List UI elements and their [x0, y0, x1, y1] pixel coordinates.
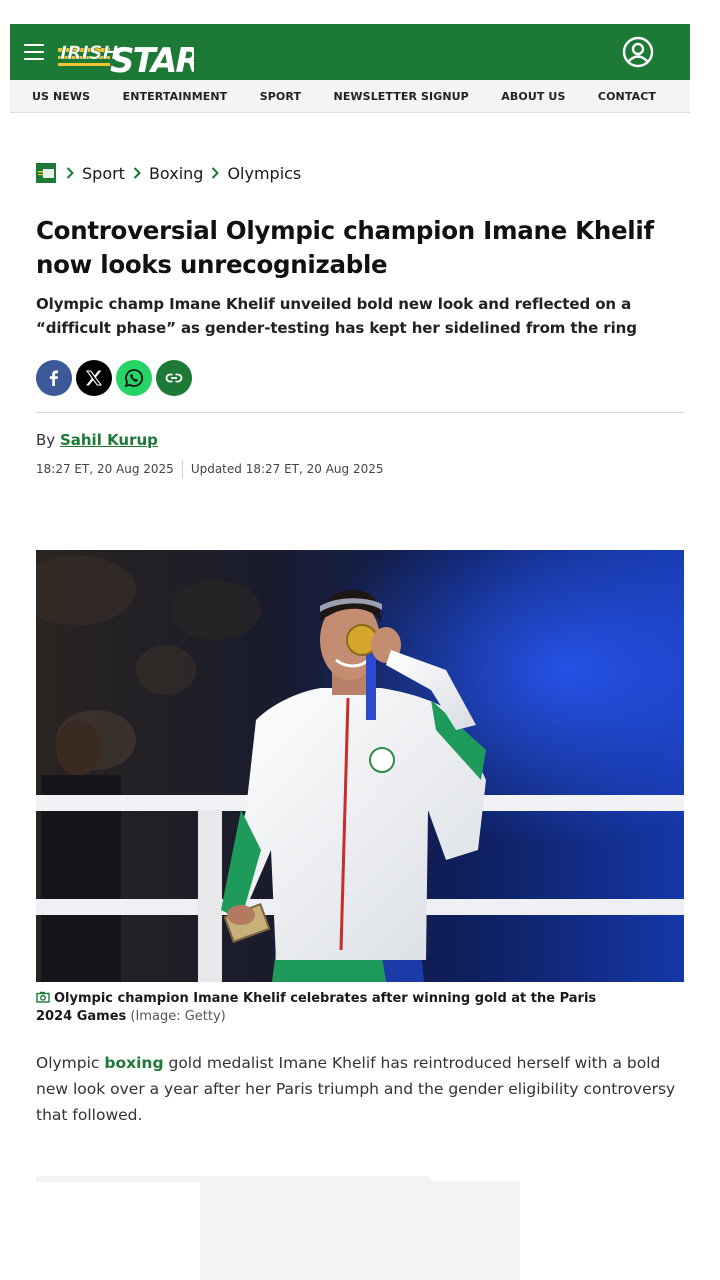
site-logo[interactable]: IRISH STAR [58, 30, 202, 81]
updated-date: Updated 18:27 ET, 20 Aug 2025 [190, 462, 384, 476]
site-header: IRISH STAR [10, 24, 690, 81]
nav-sport[interactable]: SPORT [260, 90, 301, 103]
logo-star-text: STAR [110, 41, 194, 74]
breadcrumb-olympics[interactable]: Olympics [227, 164, 301, 183]
image-credit: (Image: Getty) [130, 1009, 226, 1024]
nav-contact[interactable]: CONTACT [598, 90, 656, 103]
share-buttons [36, 360, 192, 396]
date-separator [181, 460, 183, 478]
breadcrumb: Sport Boxing Olympics [36, 160, 309, 186]
caption-text: Olympic champion Imane Khelif celebrates… [36, 991, 597, 1024]
image-caption: Olympic champion Imane Khelif celebrates… [36, 990, 636, 1026]
chevron-right-icon [212, 167, 220, 179]
published-date: 18:27 ET, 20 Aug 2025 [36, 462, 174, 476]
author-link[interactable]: Sahil Kurup [60, 431, 158, 449]
irish-star-logo: IRISH STAR [58, 41, 202, 81]
copy-link-icon [165, 373, 183, 383]
facebook-icon [49, 370, 58, 386]
home-logo-icon[interactable] [36, 163, 56, 183]
nav-newsletter-signup[interactable]: NEWSLETTER SIGNUP [334, 90, 469, 103]
chevron-right-icon [133, 167, 141, 179]
byline-prefix: By [36, 431, 56, 449]
hero-image[interactable] [36, 550, 684, 982]
whatsapp-share-button[interactable] [116, 360, 152, 396]
x-icon [85, 370, 103, 386]
article-subtitle: Olympic champ Imane Khelif unveiled bold… [36, 295, 637, 337]
nav-entertainment[interactable]: ENTERTAINMENT [123, 90, 228, 103]
ad-placeholder[interactable] [200, 1181, 520, 1280]
article-dates: 18:27 ET, 20 Aug 2025 Updated 18:27 ET, … [36, 460, 384, 478]
x-share-button[interactable] [76, 360, 112, 396]
boxer-with-medal-photo [36, 550, 684, 982]
breadcrumb-sport[interactable]: Sport [82, 164, 125, 183]
breadcrumb-boxing[interactable]: Boxing [149, 164, 203, 183]
hamburger-menu-icon[interactable] [24, 44, 44, 60]
nav-about-us[interactable]: ABOUT US [501, 90, 565, 103]
camera-icon [36, 991, 50, 1003]
top-navigation: US NEWS ENTERTAINMENT SPORT NEWSLETTER S… [10, 80, 690, 113]
divider [36, 412, 684, 413]
article-title: Controversial Olympic champion Imane Khe… [36, 216, 654, 279]
body-text-start: Olympic [36, 1054, 105, 1072]
chevron-right-icon [66, 167, 74, 179]
user-account-icon[interactable] [622, 36, 654, 68]
boxing-link[interactable]: boxing [104, 1054, 163, 1072]
nav-us-news[interactable]: US NEWS [32, 90, 90, 103]
facebook-share-button[interactable] [36, 360, 72, 396]
byline: By Sahil Kurup [36, 431, 158, 449]
article-body-paragraph: Olympic boxing gold medalist Imane Kheli… [36, 1050, 676, 1128]
copy-link-button[interactable] [156, 360, 192, 396]
whatsapp-icon [124, 369, 143, 388]
